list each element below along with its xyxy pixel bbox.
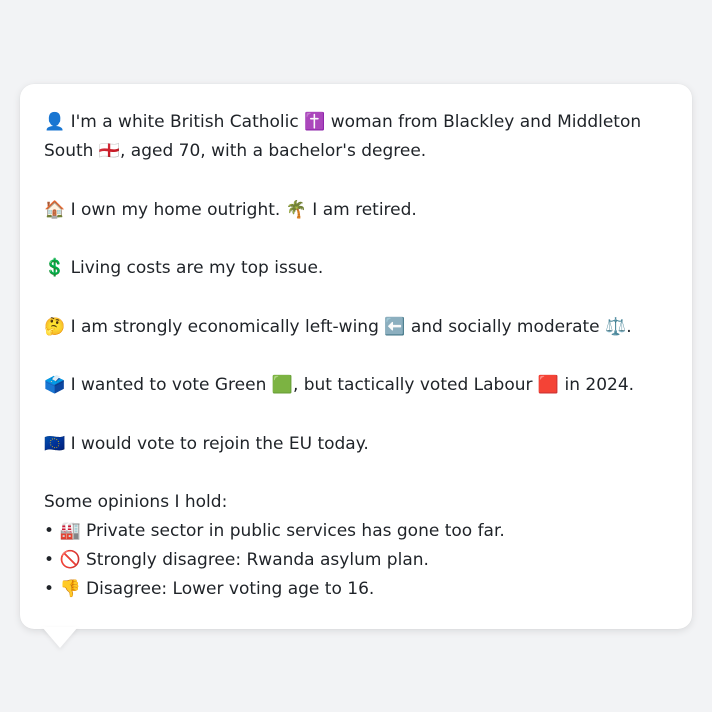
opinion-text: Strongly disagree: Rwanda asylum plan. <box>86 550 429 570</box>
politics-end-text: . <box>626 316 632 337</box>
red-square-icon: 🟥 <box>537 375 560 395</box>
bullet: • <box>44 579 55 599</box>
thumbs-down-icon: 👎 <box>59 579 81 599</box>
eu-flag-icon: 🇪🇺 <box>44 433 66 454</box>
left-arrow-icon: ⬅️ <box>384 316 406 337</box>
issue-paragraph: 💲 Living costs are my top issue. <box>44 254 668 283</box>
person-icon: 👤 <box>44 112 66 132</box>
ballot-box-icon: 🗳️ <box>44 375 66 395</box>
eu-paragraph: 🇪🇺 I would vote to rejoin the EU today. <box>44 430 668 459</box>
opinions-heading: Some opinions I hold: <box>44 492 228 512</box>
economic-text: I am strongly economically left-wing <box>70 316 379 337</box>
home-text: I own my home outright. <box>70 199 281 220</box>
cross-icon: ✝️ <box>304 112 326 132</box>
social-text: and socially moderate <box>410 316 600 337</box>
identity-text: I'm a white British Catholic <box>70 112 299 132</box>
chat-area: 👤 I'm a white British Catholic ✝️ woman … <box>0 0 712 712</box>
house-icon: 🏠 <box>44 199 66 220</box>
vote-paragraph: 🗳️ I wanted to vote Green 🟩, but tactica… <box>44 371 668 400</box>
vote-wanted-text: I wanted to vote Green <box>70 375 267 395</box>
eu-text: I would vote to rejoin the EU today. <box>70 433 369 454</box>
identity-age-text: , aged 70, with a bachelor's degree. <box>119 141 427 161</box>
opinions-list: • 🏭 Private sector in public services ha… <box>44 517 668 604</box>
scales-icon: ⚖️ <box>605 316 627 337</box>
opinion-text: Disagree: Lower voting age to 16. <box>86 579 375 599</box>
retired-text: I am retired. <box>312 199 417 220</box>
palm-tree-icon: 🌴 <box>285 199 307 220</box>
bullet: • <box>44 550 55 570</box>
politics-paragraph: 🤔 I am strongly economically left-wing ⬅… <box>44 313 668 342</box>
issue-text: Living costs are my top issue. <box>70 258 324 278</box>
home-paragraph: 🏠 I own my home outright. 🌴 I am retired… <box>44 196 668 225</box>
opinions-section: Some opinions I hold: • 🏭 Private sector… <box>44 488 668 604</box>
vote-year-text: in 2024. <box>564 375 635 395</box>
opinion-item: • 👎 Disagree: Lower voting age to 16. <box>44 575 668 604</box>
dollar-icon: 💲 <box>44 258 66 278</box>
bubble-tail <box>42 627 78 648</box>
opinion-item: • 🚫 Strongly disagree: Rwanda asylum pla… <box>44 546 668 575</box>
persona-message-bubble: 👤 I'm a white British Catholic ✝️ woman … <box>20 84 692 629</box>
opinion-text: Private sector in public services has go… <box>86 521 505 541</box>
opinion-item: • 🏭 Private sector in public services ha… <box>44 517 668 546</box>
bullet: • <box>44 521 55 541</box>
factory-icon: 🏭 <box>59 521 81 541</box>
identity-paragraph: 👤 I'm a white British Catholic ✝️ woman … <box>44 108 668 166</box>
prohibited-icon: 🚫 <box>59 550 81 570</box>
england-flag-icon: 🏴󠁧󠁢󠁥󠁮󠁧󠁿 <box>98 141 120 161</box>
thinking-face-icon: 🤔 <box>44 316 66 337</box>
vote-tactical-text: , but tactically voted Labour <box>292 375 533 395</box>
green-square-icon: 🟩 <box>271 375 293 395</box>
